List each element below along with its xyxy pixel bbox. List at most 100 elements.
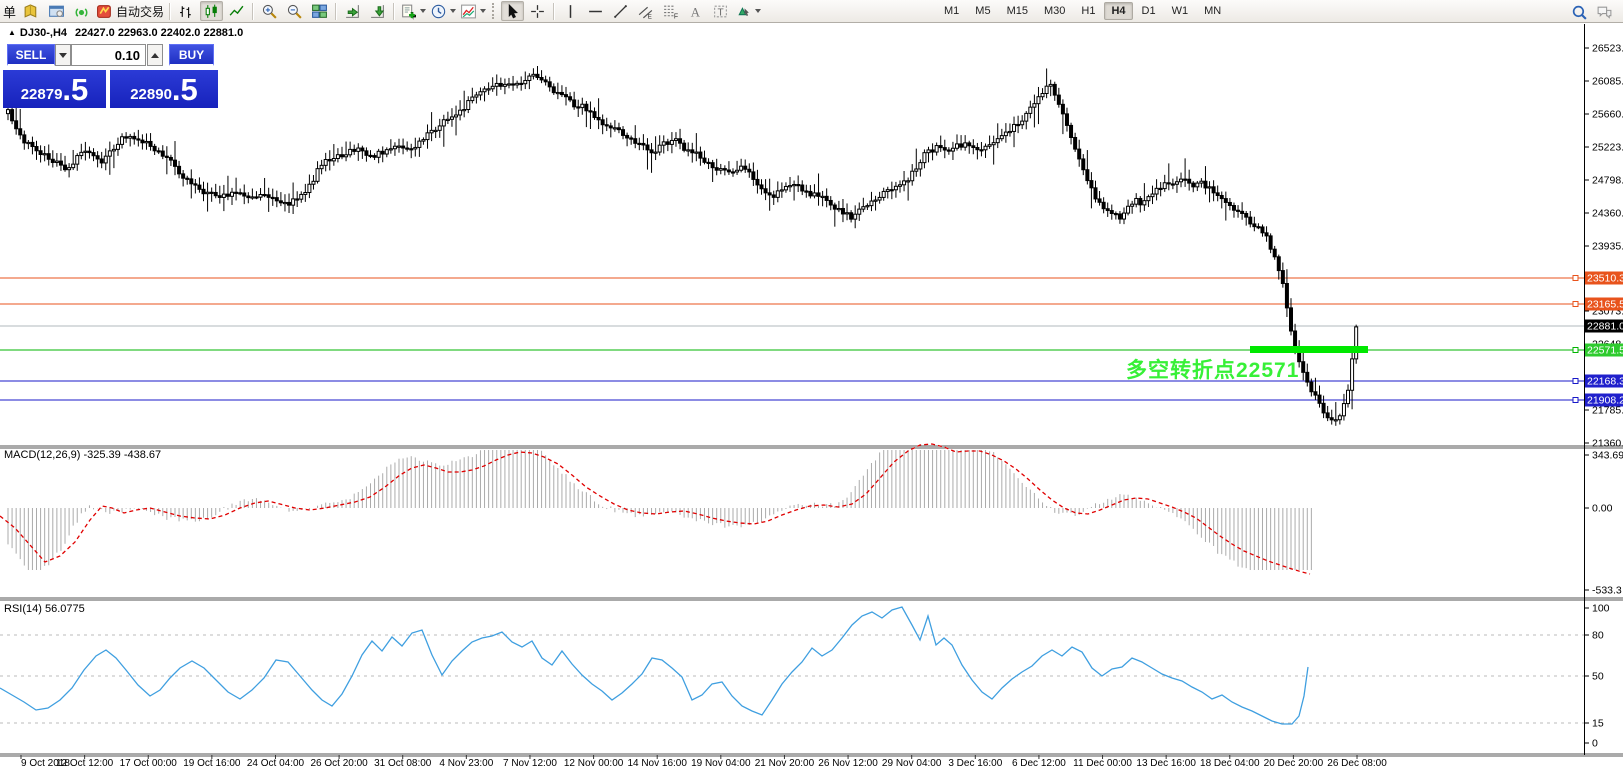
- zoom-out-button[interactable]: [283, 1, 306, 21]
- timeframe-m1-button[interactable]: M1: [937, 2, 966, 20]
- candle-up: [323, 159, 328, 166]
- candle-up: [1346, 389, 1351, 405]
- price-tick-label: 23935.5: [1592, 241, 1623, 253]
- candle-up: [881, 190, 886, 198]
- chat-button[interactable]: [1593, 2, 1616, 22]
- candle-up: [836, 207, 841, 211]
- candle-down: [1093, 187, 1098, 200]
- timeframe-mn-button[interactable]: MN: [1197, 2, 1228, 20]
- candle-up: [1028, 106, 1033, 114]
- candle-up: [987, 144, 992, 147]
- volume-input[interactable]: 0.10: [71, 44, 146, 66]
- buy-price-button[interactable]: 22890.5: [110, 70, 218, 108]
- arrows-button[interactable]: [734, 1, 762, 21]
- timeframe-m30-button[interactable]: M30: [1037, 2, 1072, 20]
- line-handle[interactable]: [1572, 275, 1579, 281]
- line-handle[interactable]: [1572, 378, 1579, 384]
- dropdown-caret-icon[interactable]: [755, 9, 762, 13]
- timeframe-m5-button[interactable]: M5: [968, 2, 997, 20]
- time-tick-label: 19 Oct 16:00: [183, 758, 241, 769]
- timeframe-h4-button[interactable]: H4: [1104, 2, 1133, 20]
- candle-down: [225, 193, 230, 197]
- timeframe-d1-button[interactable]: D1: [1135, 2, 1163, 20]
- candle-down: [1268, 235, 1273, 250]
- pivot-highlight-bar[interactable]: [1250, 346, 1368, 353]
- candle-up: [1150, 193, 1155, 198]
- sell-button[interactable]: SELL: [7, 44, 55, 66]
- dropdown-caret-icon[interactable]: [480, 9, 487, 13]
- window-collapse-icon[interactable]: ▲: [8, 28, 16, 37]
- zoom-in-button[interactable]: [258, 1, 281, 21]
- candle-down: [1158, 187, 1163, 191]
- candle-up: [315, 168, 320, 182]
- chart-shift-button[interactable]: [341, 1, 364, 21]
- bar-chart-button[interactable]: [175, 1, 198, 21]
- line-handle[interactable]: [1572, 397, 1579, 403]
- fibonacci-button[interactable]: F: [659, 1, 682, 21]
- pivot-annotation-text[interactable]: 多空转折点22571: [1126, 354, 1299, 384]
- candle-chart-button[interactable]: [200, 1, 224, 21]
- candle-up: [845, 212, 850, 215]
- search-button[interactable]: [1568, 2, 1591, 22]
- candle-down: [360, 147, 365, 152]
- line-handle[interactable]: [1572, 301, 1579, 307]
- candle-up: [344, 154, 349, 158]
- candle-up: [820, 195, 825, 199]
- publisher-button[interactable]: [45, 1, 68, 21]
- candle-up: [739, 165, 744, 171]
- candle-up: [873, 199, 878, 202]
- candle-down: [1248, 216, 1253, 225]
- vertical-line-button[interactable]: [559, 1, 582, 21]
- candle-down: [18, 128, 23, 136]
- crosshair-button[interactable]: [526, 1, 549, 21]
- periods-button[interactable]: [429, 1, 457, 21]
- candle-up: [673, 138, 678, 141]
- timeframe-m15-button[interactable]: M15: [1000, 2, 1035, 20]
- candle-down: [1264, 232, 1269, 237]
- candle-up: [1179, 178, 1184, 183]
- candle-up: [718, 168, 723, 171]
- indicators-button[interactable]: [459, 1, 487, 21]
- svg-text:F: F: [674, 13, 678, 20]
- candle-down: [535, 73, 540, 79]
- sell-price-button[interactable]: 22879.5: [3, 70, 106, 108]
- price-badge-label: 21908.2: [1587, 395, 1623, 407]
- text-label-button[interactable]: T: [709, 1, 732, 21]
- line-handle[interactable]: [1572, 347, 1579, 353]
- line-chart-button[interactable]: [225, 1, 248, 21]
- candle-up: [1130, 203, 1135, 207]
- horizontal-line-button[interactable]: [584, 1, 607, 21]
- dropdown-caret-icon[interactable]: [450, 9, 457, 13]
- signal-button[interactable]: [70, 1, 93, 21]
- cursor-button[interactable]: [501, 1, 525, 21]
- timeframe-w1-button[interactable]: W1: [1165, 2, 1196, 20]
- equidistant-channel-button[interactable]: E: [634, 1, 657, 21]
- candle-up: [437, 125, 442, 131]
- text-button[interactable]: A: [684, 1, 707, 21]
- candle-down: [629, 137, 634, 140]
- candle-down: [1085, 169, 1090, 182]
- buy-button[interactable]: BUY: [169, 44, 214, 66]
- dropdown-caret-icon[interactable]: [420, 9, 427, 13]
- auto-scroll-button[interactable]: [366, 1, 389, 21]
- tile-windows-button[interactable]: [308, 1, 331, 21]
- timeframe-h1-button[interactable]: H1: [1074, 2, 1102, 20]
- volume-increase-button[interactable]: [147, 44, 163, 66]
- candle-up: [783, 185, 788, 191]
- candle-up: [1333, 419, 1338, 422]
- book-button[interactable]: [20, 1, 43, 21]
- candle-down: [1219, 194, 1224, 200]
- new-order-button[interactable]: [399, 1, 427, 21]
- candle-up: [885, 189, 890, 192]
- auto-trading-button[interactable]: 自动交易: [95, 1, 165, 21]
- candle-down: [1276, 256, 1281, 272]
- time-tick-label: 12 Nov 00:00: [564, 758, 624, 769]
- trend-line-button[interactable]: [609, 1, 632, 21]
- candle-up: [853, 213, 858, 220]
- chart-canvas[interactable]: 26523.0 26085.5 25660.5 25223.0 24798.0 24360…: [0, 23, 1623, 769]
- toolbar-left-group: 单 自动交易 E F A T: [3, 0, 763, 22]
- volume-decrease-button[interactable]: [55, 44, 71, 66]
- candle-up: [950, 147, 955, 152]
- candle-up: [128, 135, 133, 139]
- menu-text[interactable]: 单: [3, 2, 19, 21]
